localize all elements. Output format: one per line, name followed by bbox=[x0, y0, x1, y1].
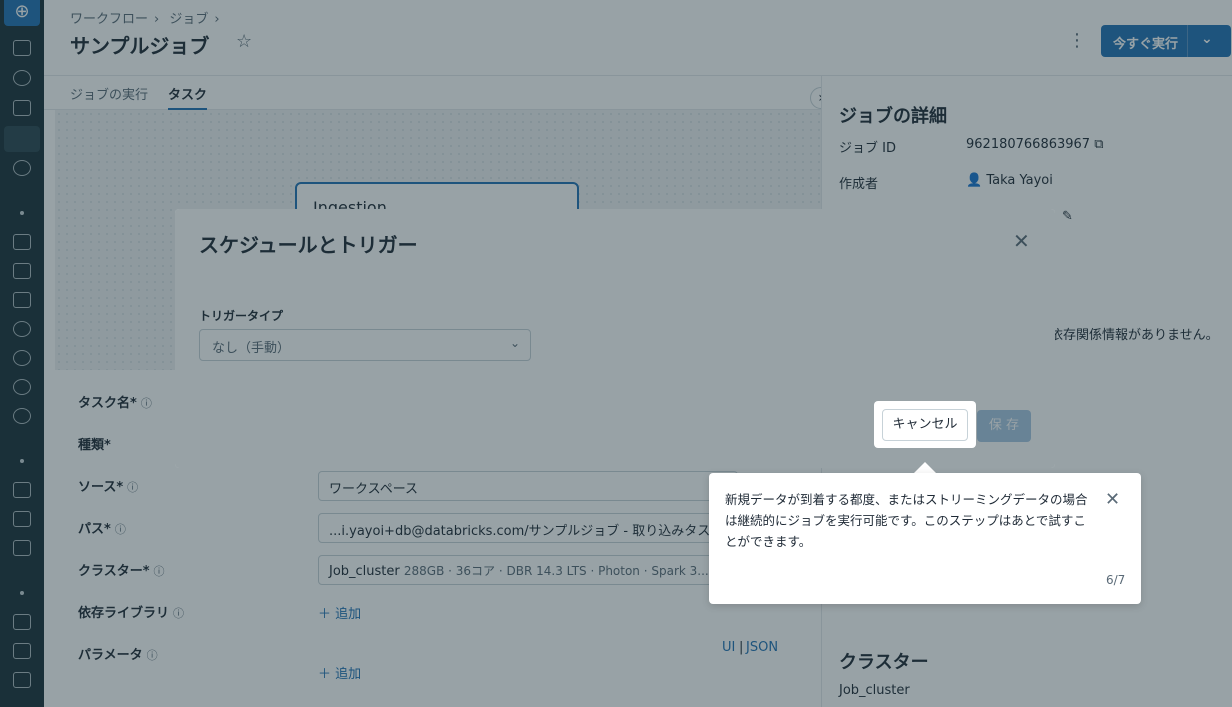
tour-step-counter: 6/7 bbox=[1106, 573, 1126, 587]
cancel-button[interactable]: キャンセル bbox=[882, 409, 968, 441]
tour-text: 新規データが到着する都度、またはストリーミングデータの場合は継続的にジョブを実行… bbox=[725, 492, 1088, 549]
tour-tooltip: 新規データが到着する都度、またはストリーミングデータの場合は継続的にジョブを実行… bbox=[709, 473, 1141, 604]
tooltip-arrow bbox=[914, 462, 936, 473]
close-icon[interactable]: ✕ bbox=[1105, 489, 1120, 510]
